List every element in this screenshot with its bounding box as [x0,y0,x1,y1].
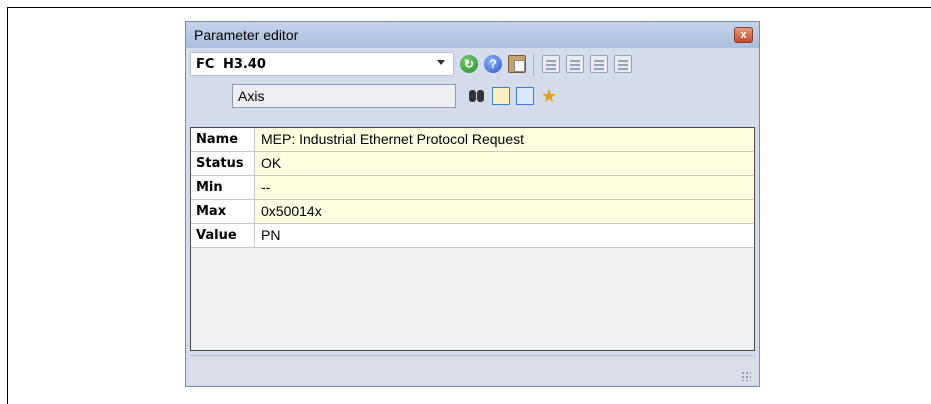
parameter-code: H3.40 [223,57,266,72]
parameter-editor-window: Parameter editor x FC H3.40 ↻ ? Axis ★ N… [185,21,760,387]
star-icon[interactable]: ★ [540,87,558,105]
grid-disabled-icon[interactable] [590,55,608,73]
dropdown-arrow-icon[interactable] [437,60,445,65]
table-row-max: Max 0x50014x [191,200,754,224]
binoculars-icon[interactable] [468,87,486,105]
page-frame-left [7,7,8,404]
fc-label: FC [196,57,215,72]
toolbar: FC H3.40 ↻ ? [190,52,755,78]
import-icon[interactable] [516,87,534,105]
parameter-selector[interactable]: FC H3.40 [190,52,454,76]
row-key: Name [191,128,255,151]
status-bar [190,355,755,384]
row-value: OK [255,152,754,175]
grid-yellow-icon[interactable] [492,87,510,105]
paste-icon[interactable] [508,55,526,73]
table-row-value: Value PN [191,224,754,248]
close-icon: x [740,29,747,41]
value-input[interactable]: PN [255,224,754,247]
move-up-icon[interactable] [542,55,560,73]
toolbar-separator [533,54,534,76]
help-icon[interactable]: ? [484,55,502,73]
row-key: Value [191,224,255,247]
resize-grip-icon[interactable] [741,371,751,381]
parameter-table: Name MEP: Industrial Ethernet Protocol R… [190,127,755,351]
row-key: Status [191,152,255,175]
grid-check-icon[interactable] [614,55,632,73]
close-button[interactable]: x [734,27,753,43]
row-value: -- [255,176,754,199]
row-key: Max [191,200,255,223]
axis-field[interactable]: Axis [232,84,456,108]
table-row-name: Name MEP: Industrial Ethernet Protocol R… [191,128,754,152]
refresh-icon[interactable]: ↻ [460,55,478,73]
window-title: Parameter editor [194,27,299,43]
axis-row: Axis ★ [190,82,755,110]
move-down-icon[interactable] [566,55,584,73]
title-bar[interactable]: Parameter editor x [186,22,759,48]
row-key: Min [191,176,255,199]
table-row-min: Min -- [191,176,754,200]
row-value: 0x50014x [255,200,754,223]
row-value: MEP: Industrial Ethernet Protocol Reques… [255,128,754,151]
table-row-status: Status OK [191,152,754,176]
page-frame-top [7,7,931,8]
axis-value: Axis [238,88,265,104]
